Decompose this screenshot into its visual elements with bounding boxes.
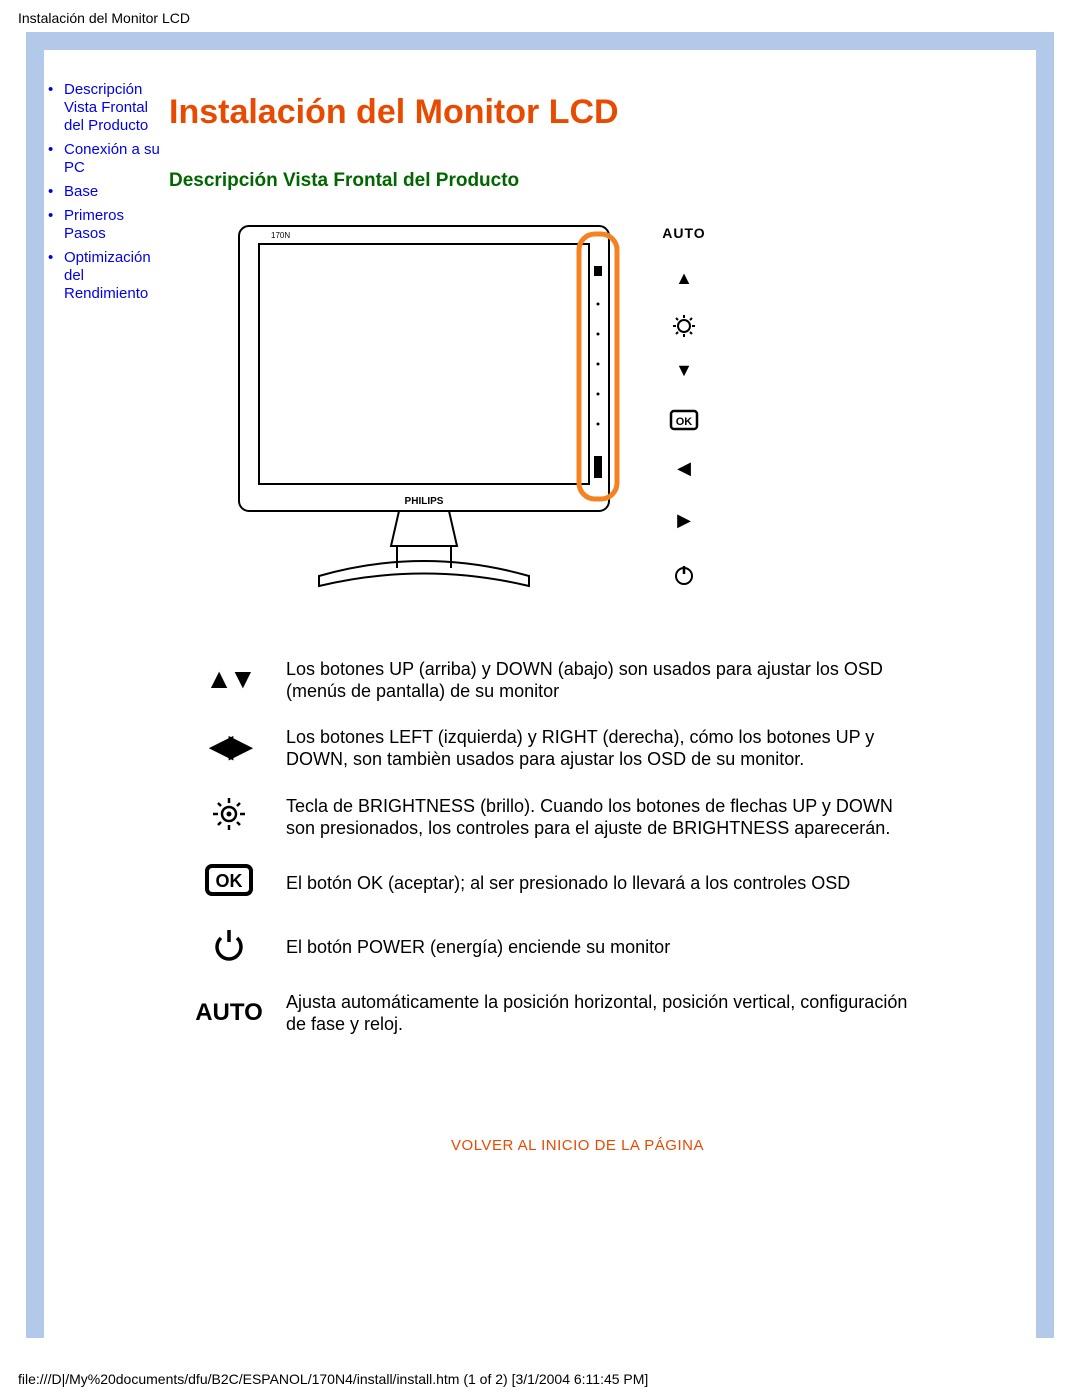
browser-title: Instalación del Monitor LCD bbox=[0, 0, 1080, 32]
sidebar-item-optimizacion[interactable]: •Optimización del Rendimiento bbox=[56, 246, 169, 306]
right-arrow-icon: ▶ bbox=[677, 510, 691, 530]
monitor-illustration: 170N PHILIPS bbox=[199, 216, 759, 616]
sidebar-item-label: Conexión a su PC bbox=[64, 141, 160, 176]
legend-table: ▲▼ Los botones UP (arriba) y DOWN (abajo… bbox=[184, 646, 924, 1047]
back-to-top-link[interactable]: VOLVER AL INICIO DE LA PÁGINA bbox=[169, 1137, 986, 1154]
footer-path: file:///D|/My%20documents/dfu/B2C/ESPANO… bbox=[0, 1361, 1080, 1397]
monitor-model-label: 170N bbox=[271, 231, 290, 240]
auto-icon: AUTO bbox=[662, 225, 705, 241]
updown-icon: ▲▼ bbox=[184, 646, 286, 714]
legend-row-ok: OK El botón OK (aceptar); al ser presion… bbox=[184, 851, 924, 914]
auto-icon: AUTO bbox=[184, 979, 286, 1047]
sidebar-item-label: Optimización del Rendimiento bbox=[64, 249, 151, 302]
sidebar-item-label: Primeros Pasos bbox=[64, 207, 124, 242]
down-arrow-icon: ▼ bbox=[675, 360, 693, 380]
leftright-icon: ◀▶ bbox=[184, 714, 286, 782]
legend-text: El botón OK (aceptar); al ser presionado… bbox=[286, 851, 924, 914]
svg-text:OK: OK bbox=[676, 416, 693, 428]
ok-icon: OK bbox=[184, 851, 286, 914]
legend-row-leftright: ◀▶ Los botones LEFT (izquierda) y RIGHT … bbox=[184, 714, 924, 782]
page-title: Instalación del Monitor LCD bbox=[169, 93, 986, 132]
legend-text: Ajusta automáticamente la posición horiz… bbox=[286, 979, 924, 1047]
sidebar-item-conexion[interactable]: •Conexión a su PC bbox=[56, 138, 169, 180]
up-arrow-icon: ▲ bbox=[675, 268, 693, 288]
legend-row-power: El botón POWER (energía) enciende su mon… bbox=[184, 914, 924, 979]
ok-icon: OK bbox=[671, 411, 697, 429]
monitor-diagram: 170N PHILIPS bbox=[199, 216, 759, 616]
main-content: Instalación del Monitor LCD Descripción … bbox=[169, 93, 1036, 1154]
sidebar-item-primeros-pasos[interactable]: •Primeros Pasos bbox=[56, 204, 169, 246]
monitor-brand-label: PHILIPS bbox=[405, 496, 444, 507]
legend-text: Los botones LEFT (izquierda) y RIGHT (de… bbox=[286, 714, 924, 782]
svg-text:OK: OK bbox=[216, 871, 243, 891]
sidebar: •Descripción Vista Frontal del Producto … bbox=[44, 78, 169, 306]
brightness-icon bbox=[673, 315, 695, 337]
power-icon bbox=[676, 566, 692, 584]
legend-text: Los botones UP (arriba) y DOWN (abajo) s… bbox=[286, 646, 924, 714]
legend-row-auto: AUTO Ajusta automáticamente la posición … bbox=[184, 979, 924, 1047]
sidebar-item-descripcion[interactable]: •Descripción Vista Frontal del Producto bbox=[56, 78, 169, 138]
sidebar-item-label: Descripción Vista Frontal del Producto bbox=[64, 81, 148, 134]
power-icon bbox=[184, 914, 286, 979]
brightness-icon bbox=[184, 782, 286, 851]
left-arrow-icon: ◀ bbox=[677, 458, 691, 478]
section-title: Descripción Vista Frontal del Producto bbox=[169, 170, 986, 192]
legend-row-brightness: Tecla de BRIGHTNESS (brillo). Cuando los… bbox=[184, 782, 924, 851]
sidebar-item-label: Base bbox=[64, 183, 98, 200]
sidebar-item-base[interactable]: •Base bbox=[56, 180, 169, 204]
legend-text: El botón POWER (energía) enciende su mon… bbox=[286, 914, 924, 979]
legend-row-updown: ▲▼ Los botones UP (arriba) y DOWN (abajo… bbox=[184, 646, 924, 714]
legend-text: Tecla de BRIGHTNESS (brillo). Cuando los… bbox=[286, 782, 924, 851]
page-frame: •Descripción Vista Frontal del Producto … bbox=[26, 32, 1054, 1338]
